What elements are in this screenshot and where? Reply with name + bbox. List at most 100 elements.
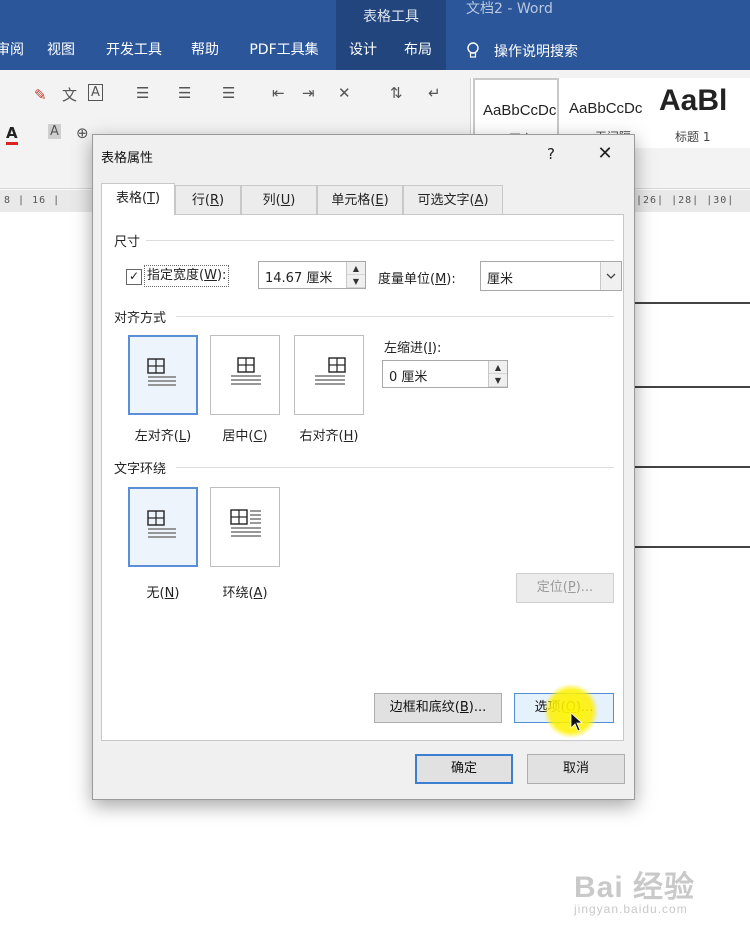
button-text: 边框和底纹( bbox=[389, 700, 460, 715]
check-mark-icon: ✓ bbox=[128, 269, 140, 283]
wrap-around-option[interactable] bbox=[210, 487, 280, 567]
numbering-icon[interactable]: ☰ bbox=[178, 84, 191, 102]
preferred-width-checkbox[interactable]: ✓ bbox=[126, 269, 142, 285]
tell-me-label: 操作说明搜索 bbox=[494, 44, 578, 60]
tab-column[interactable]: 列(U) bbox=[241, 185, 317, 215]
table-border-line bbox=[634, 466, 750, 468]
table-border-line bbox=[634, 386, 750, 388]
tab-alt-text[interactable]: 可选文字(A) bbox=[403, 185, 503, 215]
spin-down-icon[interactable]: ▼ bbox=[489, 374, 507, 387]
table-tools-context-label: 表格工具 bbox=[336, 0, 446, 32]
align-center-option[interactable] bbox=[210, 335, 280, 415]
table-border-line bbox=[634, 546, 750, 548]
title-bar: 表格工具 文档2 - Word bbox=[0, 0, 750, 32]
label-text: ) bbox=[174, 586, 180, 601]
enclose-characters-icon[interactable]: ⊕ bbox=[76, 124, 89, 142]
cancel-button[interactable]: 取消 bbox=[527, 754, 625, 784]
wrap-none-label: 无(N) bbox=[128, 582, 198, 601]
section-alignment: 对齐方式 bbox=[114, 311, 167, 326]
table-properties-dialog: 表格属性 ? ✕ 表格(T) 行(R) 列(U) 单元格(E) 可选文字(A) … bbox=[92, 134, 635, 800]
close-button[interactable]: ✕ bbox=[595, 143, 615, 164]
button-text: 选项( bbox=[534, 700, 566, 715]
multilevel-list-icon[interactable]: ☰ bbox=[222, 84, 235, 102]
ok-button[interactable]: 确定 bbox=[415, 754, 513, 784]
tab-table[interactable]: 表格(T) bbox=[101, 183, 175, 215]
close-icon: ✕ bbox=[597, 143, 613, 164]
clear-formatting-icon[interactable]: ✎ bbox=[34, 86, 47, 104]
tell-me-search[interactable]: 操作说明搜索 bbox=[466, 32, 578, 70]
align-center-icon bbox=[231, 357, 261, 385]
decrease-indent-icon[interactable]: ⇤ bbox=[272, 84, 285, 102]
align-center-label: 居中(C) bbox=[206, 425, 284, 444]
show-marks-icon[interactable]: ↵ bbox=[428, 84, 441, 102]
spin-down-icon[interactable]: ▼ bbox=[347, 275, 365, 288]
tab-label: ) bbox=[383, 193, 389, 208]
button-text: )... bbox=[575, 700, 594, 715]
ribbon-tab-layout[interactable]: 布局 bbox=[390, 32, 446, 70]
indent-left-spinner[interactable]: 0 厘米 ▲ ▼ bbox=[382, 360, 508, 388]
character-shading-icon[interactable]: A bbox=[48, 124, 61, 139]
tab-row[interactable]: 行(R) bbox=[175, 185, 241, 215]
align-left-label: 左对齐(L) bbox=[120, 425, 206, 444]
help-button[interactable]: ? bbox=[541, 145, 561, 163]
access-key: M bbox=[435, 272, 447, 287]
increase-indent-icon[interactable]: ⇥ bbox=[302, 84, 315, 102]
watermark-bottom: jingyan.baidu.com bbox=[574, 902, 688, 916]
style-name: 标题 1 bbox=[675, 130, 711, 144]
positioning-button[interactable]: 定位(P)... bbox=[516, 573, 614, 603]
chinese-layout-icon[interactable]: ✕ bbox=[338, 84, 351, 102]
ribbon-tab-help[interactable]: 帮助 bbox=[180, 32, 230, 70]
label-text: 左对齐( bbox=[134, 429, 179, 444]
chevron-down-icon bbox=[606, 273, 616, 279]
ribbon-tab-design[interactable]: 设计 bbox=[336, 32, 390, 70]
tab-cell[interactable]: 单元格(E) bbox=[317, 185, 403, 215]
label-text: 右对齐( bbox=[299, 429, 344, 444]
spin-up-icon[interactable]: ▲ bbox=[489, 361, 507, 374]
access-key: B bbox=[459, 700, 469, 715]
spinner-arrows: ▲ ▼ bbox=[488, 361, 507, 387]
measure-unit-value: 厘米 bbox=[487, 272, 514, 287]
dropdown-button[interactable] bbox=[600, 262, 621, 290]
phonetic-guide-icon[interactable]: 文 bbox=[62, 84, 77, 105]
preferred-width-label[interactable]: 指定宽度(W): bbox=[144, 265, 230, 287]
access-key: C bbox=[253, 429, 263, 444]
wrap-none-option[interactable] bbox=[128, 487, 198, 567]
table-border-line bbox=[634, 302, 750, 304]
character-border-icon[interactable]: A bbox=[88, 84, 103, 101]
ribbon-tab-bar: 审阅 视图 开发工具 帮助 PDF工具集 设计 布局 操作说明搜索 bbox=[0, 32, 750, 70]
options-button[interactable]: 选项(O)... bbox=[514, 693, 614, 723]
preferred-width-value: 14.67 厘米 bbox=[265, 271, 333, 286]
spin-up-icon[interactable]: ▲ bbox=[347, 262, 365, 275]
access-key: E bbox=[375, 193, 384, 208]
sort-icon[interactable]: ⇅ bbox=[390, 84, 403, 102]
ribbon-tab-view[interactable]: 视图 bbox=[38, 32, 84, 70]
label-text: ): bbox=[446, 272, 456, 287]
document-title: 文档2 - Word bbox=[466, 1, 553, 17]
style-heading-1[interactable]: AaBl 标题 1 bbox=[651, 78, 750, 148]
measure-unit-select[interactable]: 厘米 bbox=[480, 261, 622, 291]
spinner-arrows: ▲ ▼ bbox=[346, 262, 365, 288]
label-text: 度量单位( bbox=[378, 272, 436, 287]
ribbon-tab-pdf-tools[interactable]: PDF工具集 bbox=[238, 32, 330, 70]
tab-label: ) bbox=[219, 193, 225, 208]
align-right-option[interactable] bbox=[294, 335, 364, 415]
lightbulb-icon bbox=[467, 42, 479, 58]
align-right-icon bbox=[315, 357, 346, 385]
align-left-icon bbox=[147, 358, 176, 386]
bullets-icon[interactable]: ☰ bbox=[136, 84, 149, 102]
preferred-width-spinner[interactable]: 14.67 厘米 ▲ ▼ bbox=[258, 261, 366, 289]
access-key: N bbox=[164, 586, 175, 601]
tab-label: 行( bbox=[191, 193, 210, 208]
section-divider bbox=[176, 316, 614, 317]
align-right-label: 右对齐(H) bbox=[286, 425, 372, 444]
align-left-option[interactable] bbox=[128, 335, 198, 415]
borders-shading-button[interactable]: 边框和底纹(B)... bbox=[374, 693, 502, 723]
label-text: ): bbox=[431, 341, 442, 356]
ribbon-tab-review[interactable]: 审阅 bbox=[0, 32, 28, 70]
section-divider bbox=[176, 467, 614, 468]
font-color-icon[interactable]: A bbox=[6, 124, 18, 145]
ruler-right-marks: |26| |28| |30| bbox=[636, 195, 735, 206]
label-text: 左缩进( bbox=[384, 341, 429, 356]
tab-label: 可选文字( bbox=[417, 193, 475, 208]
ribbon-tab-developer[interactable]: 开发工具 bbox=[96, 32, 172, 70]
